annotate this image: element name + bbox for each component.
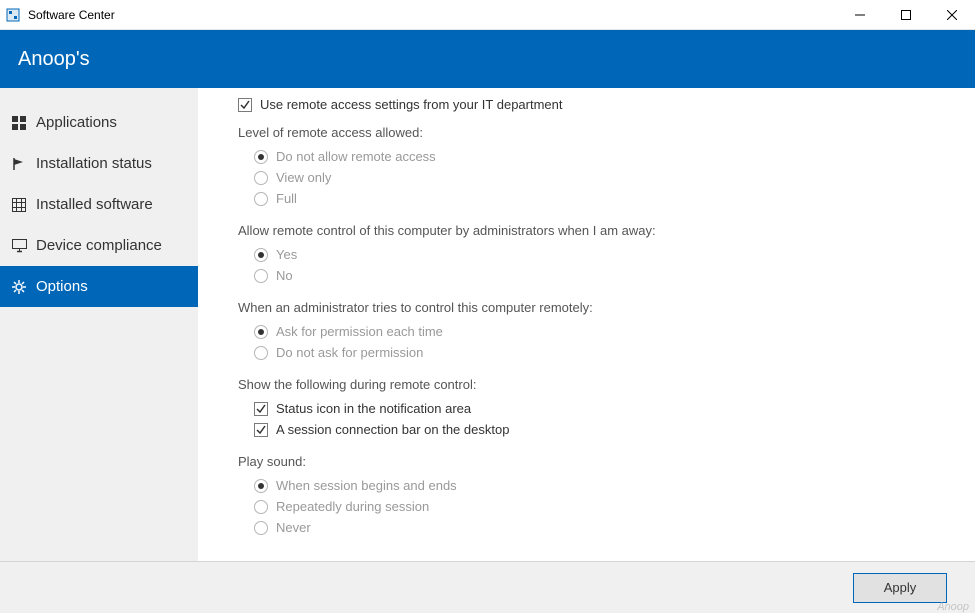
radio-label: Do not allow remote access — [276, 149, 436, 164]
checkbox-status-icon[interactable]: Status icon in the notification area — [254, 398, 935, 419]
section-show: Show the following during remote control… — [254, 377, 935, 440]
monitor-icon — [10, 239, 28, 253]
sidebar-item-label: Device compliance — [36, 237, 162, 254]
section-label: Allow remote control of this computer by… — [238, 223, 935, 238]
radio-icon — [254, 192, 268, 206]
radio-label: Never — [276, 520, 311, 535]
footer: Apply Anoop — [0, 561, 975, 613]
section-away: Allow remote control of this computer by… — [254, 223, 935, 286]
checkbox-label: Status icon in the notification area — [276, 401, 471, 416]
sidebar-item-label: Applications — [36, 114, 117, 131]
radio-sound-never[interactable]: Never — [254, 517, 935, 538]
radio-icon — [254, 269, 268, 283]
header-title: Anoop's — [18, 48, 90, 71]
section-label: Play sound: — [238, 454, 935, 469]
radio-icon — [254, 150, 268, 164]
radio-icon — [254, 521, 268, 535]
grid-icon — [10, 198, 28, 212]
header-bar: Anoop's — [0, 30, 975, 88]
sidebar-item-device-compliance[interactable]: Device compliance — [0, 225, 198, 266]
checkbox-icon — [254, 402, 268, 416]
radio-icon — [254, 500, 268, 514]
radio-sound-repeat[interactable]: Repeatedly during session — [254, 496, 935, 517]
radio-view-only[interactable]: View only — [254, 167, 935, 188]
radio-label: No — [276, 268, 293, 283]
radio-icon — [254, 325, 268, 339]
radio-full[interactable]: Full — [254, 188, 935, 209]
body: Applications Installation status Install… — [0, 88, 975, 561]
radio-label: When session begins and ends — [276, 478, 457, 493]
radio-label: View only — [276, 170, 331, 185]
section-label: Show the following during remote control… — [238, 377, 935, 392]
radio-label: Repeatedly during session — [276, 499, 429, 514]
section-admin: When an administrator tries to control t… — [254, 300, 935, 363]
section-sound: Play sound: When session begins and ends… — [254, 454, 935, 538]
sidebar-item-label: Installed software — [36, 196, 153, 213]
radio-label: Do not ask for permission — [276, 345, 423, 360]
checkbox-icon — [238, 98, 252, 112]
content-area: Use remote access settings from your IT … — [198, 88, 975, 561]
section-label: When an administrator tries to control t… — [238, 300, 935, 315]
sidebar-item-label: Installation status — [36, 155, 152, 172]
sidebar-item-label: Options — [36, 278, 88, 295]
radio-icon — [254, 248, 268, 262]
checkbox-label: A session connection bar on the desktop — [276, 422, 509, 437]
radio-no-remote[interactable]: Do not allow remote access — [254, 146, 935, 167]
checkbox-session-bar[interactable]: A session connection bar on the desktop — [254, 419, 935, 440]
radio-sound-beginend[interactable]: When session begins and ends — [254, 475, 935, 496]
radio-away-no[interactable]: No — [254, 265, 935, 286]
minimize-button[interactable] — [837, 0, 883, 30]
maximize-button[interactable] — [883, 0, 929, 30]
checkbox-icon — [254, 423, 268, 437]
sidebar-item-applications[interactable]: Applications — [0, 102, 198, 143]
radio-icon — [254, 346, 268, 360]
window-title: Software Center — [28, 8, 837, 22]
titlebar: Software Center — [0, 0, 975, 30]
radio-icon — [254, 171, 268, 185]
watermark: Anoop — [937, 601, 969, 613]
sidebar-item-installation-status[interactable]: Installation status — [0, 143, 198, 184]
flag-icon — [10, 157, 28, 171]
radio-icon — [254, 479, 268, 493]
apps-icon — [10, 116, 28, 130]
gear-icon — [10, 280, 28, 294]
radio-label: Yes — [276, 247, 297, 262]
close-button[interactable] — [929, 0, 975, 30]
app-icon — [6, 7, 22, 23]
sidebar-item-installed-software[interactable]: Installed software — [0, 184, 198, 225]
radio-no-ask[interactable]: Do not ask for permission — [254, 342, 935, 363]
sidebar-item-options[interactable]: Options — [0, 266, 198, 307]
radio-label: Ask for permission each time — [276, 324, 443, 339]
checkbox-use-remote[interactable]: Use remote access settings from your IT … — [238, 94, 935, 115]
radio-ask-permission[interactable]: Ask for permission each time — [254, 321, 935, 342]
radio-away-yes[interactable]: Yes — [254, 244, 935, 265]
sidebar: Applications Installation status Install… — [0, 88, 198, 561]
apply-button[interactable]: Apply — [853, 573, 947, 603]
section-label: Level of remote access allowed: — [238, 125, 935, 140]
radio-label: Full — [276, 191, 297, 206]
section-level: Level of remote access allowed: Do not a… — [254, 125, 935, 209]
checkbox-label: Use remote access settings from your IT … — [260, 97, 563, 112]
